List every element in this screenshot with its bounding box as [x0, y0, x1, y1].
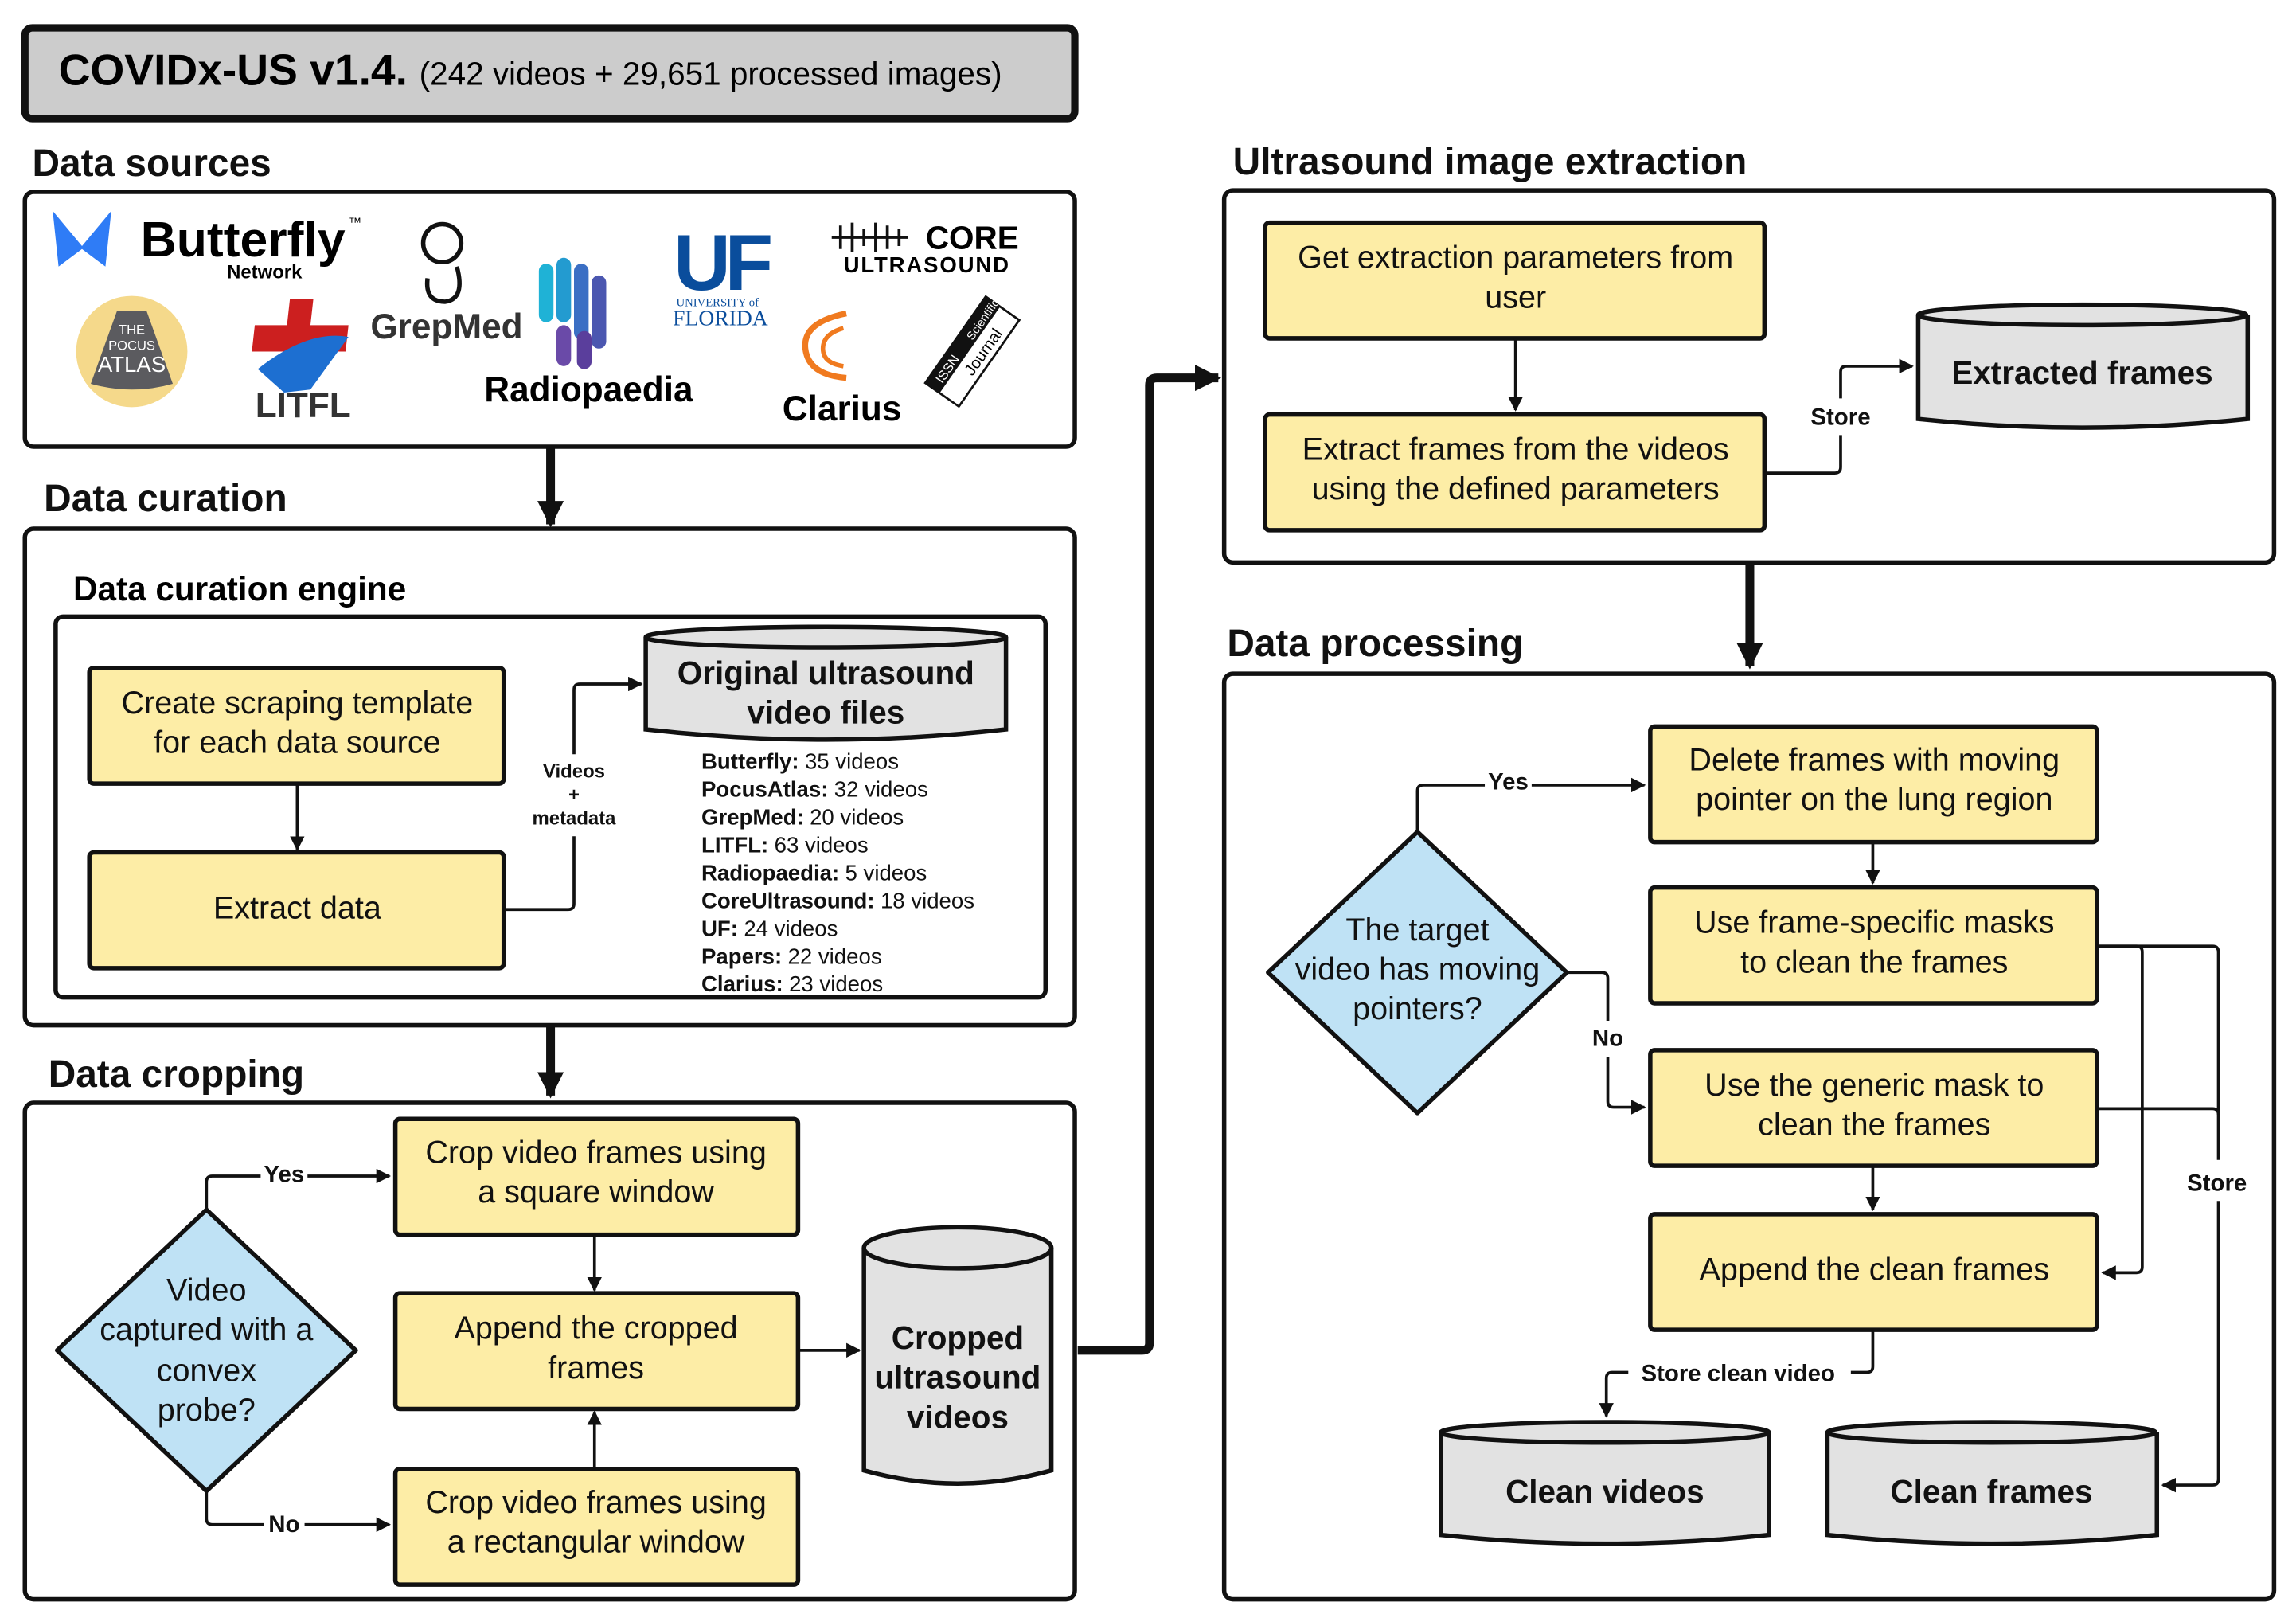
- extraction-label: Ultrasound image extraction: [1233, 141, 1747, 183]
- logo-university-of-florida: UF UNIVERSITY of FLORIDA: [673, 219, 777, 330]
- no-label: No: [268, 1511, 299, 1538]
- delete-frames-step: Delete frames with moving pointer on the…: [1648, 724, 2099, 845]
- yes-label: Yes: [1488, 768, 1529, 795]
- svg-text:video files: video files: [747, 694, 904, 731]
- clean-videos-store: Clean videos: [1439, 1420, 1771, 1546]
- svg-text:Use frame-specific masks: Use frame-specific masks: [1694, 905, 2055, 940]
- svg-text:Create scraping template: Create scraping template: [122, 686, 474, 721]
- title-main: COVIDx-US v1.4.: [59, 45, 408, 95]
- extracted-frames-store: Extracted frames: [1915, 302, 2251, 430]
- video-count-item: Papers: 22 videos: [701, 944, 882, 968]
- edge-label-videos: Videos: [543, 761, 605, 783]
- svg-text:Use the generic mask to: Use the generic mask to: [1704, 1068, 2044, 1103]
- svg-text:Get extraction parameters from: Get extraction parameters from: [1298, 240, 1733, 276]
- svg-text:video has moving: video has moving: [1295, 952, 1540, 987]
- title-sub: (242 videos + 29,651 processed images): [420, 56, 1002, 92]
- svg-text:UF: UF: [674, 219, 771, 307]
- svg-text:LITFL: LITFL: [256, 386, 351, 425]
- yes-label: Yes: [264, 1161, 304, 1187]
- video-count-item: Clarius: 23 videos: [701, 971, 883, 996]
- svg-text:Clarius: Clarius: [783, 389, 902, 428]
- svg-text:a square window: a square window: [478, 1174, 714, 1210]
- svg-text:™: ™: [349, 215, 362, 230]
- title-banner: COVIDx-US v1.4. (242 videos + 29,651 proc…: [21, 24, 1079, 123]
- svg-text:Clean frames: Clean frames: [1890, 1473, 2092, 1510]
- svg-text:Network: Network: [227, 262, 303, 283]
- svg-text:user: user: [1485, 279, 1546, 315]
- append-cropped-step: Append the cropped frames: [392, 1291, 801, 1412]
- svg-text:Extract data: Extract data: [213, 890, 381, 925]
- append-clean-step: Append the clean frames: [1648, 1212, 2099, 1332]
- edge-label-metadata: metadata: [533, 808, 617, 830]
- arrow-cropping-to-extraction: [1077, 365, 1221, 1355]
- svg-text:Crop video frames using: Crop video frames using: [425, 1135, 766, 1170]
- svg-text:Extracted frames: Extracted frames: [1951, 354, 2212, 391]
- svg-text:pointers?: pointers?: [1353, 991, 1482, 1026]
- svg-text:captured with a: captured with a: [100, 1312, 313, 1347]
- svg-text:videos: videos: [907, 1398, 1009, 1435]
- extract-frames-step: Extract frames from the videos using the…: [1263, 412, 1767, 533]
- svg-text:Clean videos: Clean videos: [1505, 1473, 1704, 1510]
- svg-text:ULTRASOUND: ULTRASOUND: [844, 252, 1010, 277]
- video-count-item: UF: 24 videos: [701, 916, 838, 940]
- logo-pocus-atlas: THE POCUS ATLAS: [76, 295, 188, 408]
- create-template-step: Create scraping template for each data s…: [87, 666, 506, 786]
- svg-text:probe?: probe?: [158, 1393, 256, 1428]
- store-label: Store: [1810, 404, 1870, 430]
- svg-text:a rectangular window: a rectangular window: [447, 1525, 745, 1560]
- video-count-item: GrepMed: 20 videos: [701, 805, 904, 830]
- svg-text:Original ultrasound: Original ultrasound: [677, 655, 974, 691]
- data-sources-label: Data sources: [32, 143, 271, 185]
- svg-text:clean the frames: clean the frames: [1758, 1107, 1990, 1142]
- crop-square-step: Crop video frames using a square window: [392, 1116, 801, 1237]
- video-count-item: CoreUltrasound: 18 videos: [701, 888, 974, 913]
- svg-text:Radiopaedia: Radiopaedia: [484, 370, 693, 409]
- svg-text:ATLAS: ATLAS: [98, 352, 166, 377]
- edge-label-plus: +: [568, 784, 580, 806]
- original-video-store: Original ultrasound video files: [643, 624, 1009, 742]
- svg-text:Crop video frames using: Crop video frames using: [425, 1485, 766, 1520]
- svg-text:Cropped: Cropped: [892, 1319, 1024, 1356]
- svg-text:Delete frames with moving: Delete frames with moving: [1689, 743, 2060, 778]
- extract-data-step: Extract data: [87, 850, 506, 971]
- store-clean-video-label: Store clean video: [1641, 1361, 1835, 1387]
- svg-text:ultrasound: ultrasound: [874, 1359, 1041, 1396]
- svg-text:for each data source: for each data source: [154, 725, 440, 760]
- svg-text:CORE: CORE: [926, 220, 1019, 256]
- clean-frames-store: Clean frames: [1825, 1420, 2160, 1546]
- processing-label: Data processing: [1227, 623, 1523, 665]
- store-label: Store: [2187, 1170, 2247, 1196]
- generic-mask-step: Use the generic mask to clean the frames: [1648, 1048, 2099, 1168]
- video-count-item: LITFL: 63 videos: [701, 833, 869, 858]
- svg-text:Video: Video: [166, 1272, 246, 1307]
- svg-text:POCUS: POCUS: [108, 338, 155, 354]
- crop-rect-step: Crop video frames using a rectangular wi…: [392, 1467, 801, 1587]
- svg-text:pointer on the lung region: pointer on the lung region: [1696, 782, 2052, 817]
- svg-text:Append the cropped: Append the cropped: [455, 1311, 738, 1346]
- svg-text:The target: The target: [1345, 913, 1489, 948]
- covidx-us-pipeline-diagram: COVIDx-US v1.4. (242 videos + 29,651 proc…: [21, 24, 2277, 1602]
- svg-text:using the defined parameters: using the defined parameters: [1312, 471, 1720, 506]
- svg-text:convex: convex: [157, 1353, 256, 1388]
- data-curation-label: Data curation: [44, 478, 287, 520]
- svg-text:Extract frames from the videos: Extract frames from the videos: [1302, 432, 1729, 467]
- video-count-item: Radiopaedia: 5 videos: [701, 860, 927, 885]
- svg-text:Butterfly: Butterfly: [141, 212, 346, 268]
- svg-text:GrepMed: GrepMed: [370, 307, 522, 346]
- svg-text:THE: THE: [119, 322, 145, 337]
- video-count-item: PocusAtlas: 32 videos: [701, 777, 928, 802]
- frame-specific-mask-step: Use frame-specific masks to clean the fr…: [1648, 885, 2099, 1006]
- curation-engine-label: Data curation engine: [73, 570, 406, 608]
- svg-text:frames: frames: [548, 1350, 644, 1385]
- svg-text:FLORIDA: FLORIDA: [673, 305, 768, 330]
- data-cropping-label: Data cropping: [49, 1053, 304, 1096]
- cropped-video-store: Cropped ultrasound videos: [861, 1225, 1054, 1487]
- svg-text:Append the clean frames: Append the clean frames: [1700, 1253, 2050, 1288]
- get-params-step: Get extraction parameters from user: [1263, 220, 1767, 341]
- svg-text:to clean the frames: to clean the frames: [1740, 944, 2008, 979]
- no-label: No: [1592, 1025, 1623, 1051]
